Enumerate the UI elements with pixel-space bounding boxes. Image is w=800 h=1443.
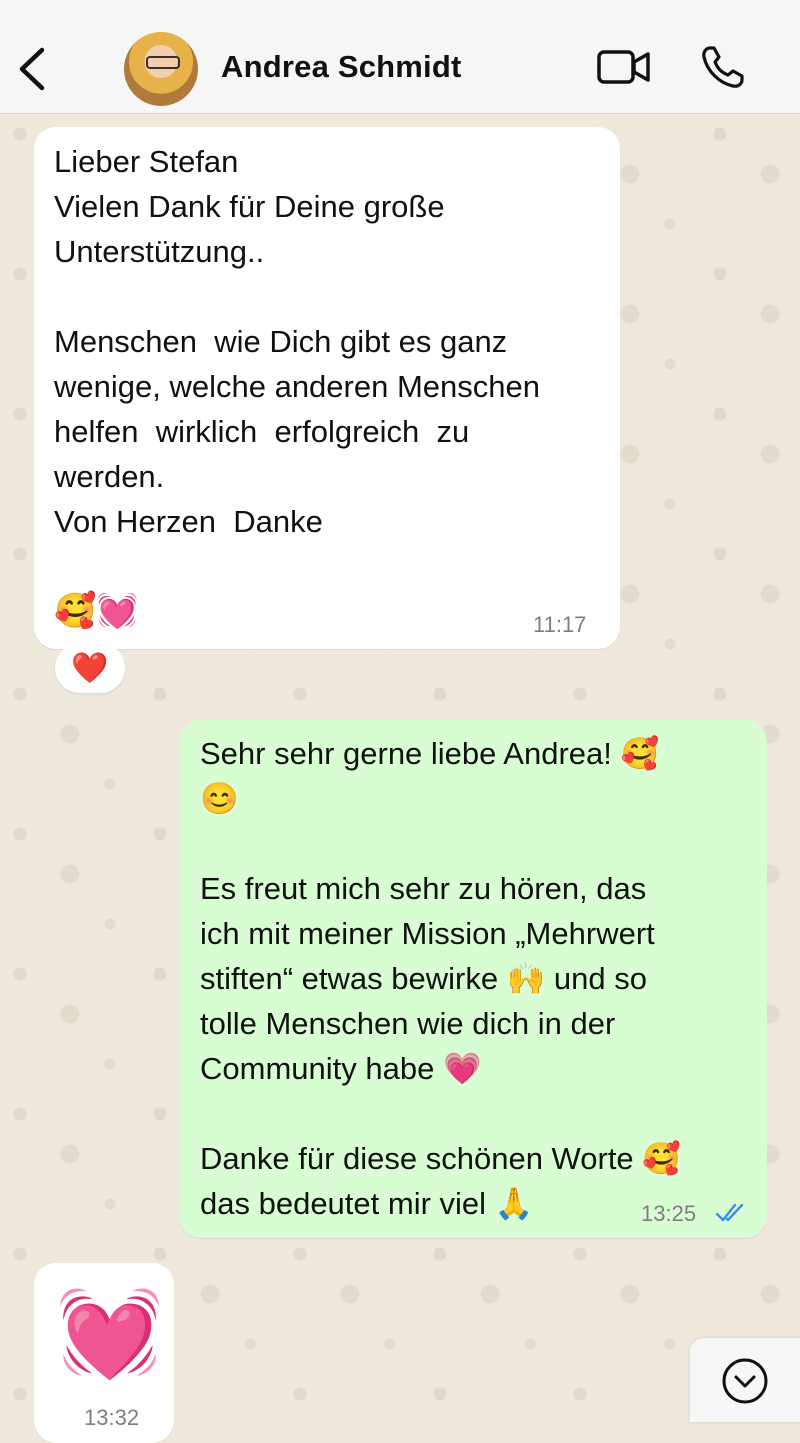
chevron-left-icon (19, 47, 45, 91)
avatar-glasses (146, 56, 180, 69)
message-bubble-incoming[interactable]: Lieber Stefan Vielen Dank für Deine groß… (34, 127, 620, 649)
message-bubble-outgoing[interactable]: Sehr sehr gerne liebe Andrea! 🥰 😊 Es fre… (179, 720, 767, 1238)
voice-call-button[interactable] (700, 44, 746, 90)
scroll-to-bottom-button[interactable] (690, 1338, 800, 1422)
message-text: Lieber Stefan Vielen Dank für Deine groß… (54, 144, 540, 539)
chevron-down-circle-icon (722, 1358, 768, 1404)
back-button[interactable] (12, 44, 52, 94)
video-call-button[interactable] (596, 46, 652, 88)
message-time: 11:17 (533, 612, 587, 637)
contact-name[interactable]: Andrea Schmidt (221, 49, 462, 85)
message-text: Sehr sehr gerne liebe Andrea! 🥰 😊 Es fre… (200, 736, 681, 1221)
message-time: 13:32 (84, 1405, 140, 1430)
message-emojis: 🥰💓 (54, 592, 139, 630)
message-reaction[interactable]: ❤️ (55, 643, 125, 693)
video-camera-icon (597, 50, 650, 84)
phone-icon (702, 46, 744, 88)
message-bubble-incoming[interactable]: 💓 13:32 (34, 1263, 174, 1443)
heart-reaction-icon: ❤️ (71, 651, 109, 685)
message-time: 13:25 (641, 1201, 697, 1226)
chat-header: Andrea Schmidt (0, 0, 800, 114)
avatar[interactable] (124, 32, 198, 106)
double-check-read-icon (715, 1203, 744, 1222)
message-emoji-large: 💓 (56, 1285, 164, 1381)
